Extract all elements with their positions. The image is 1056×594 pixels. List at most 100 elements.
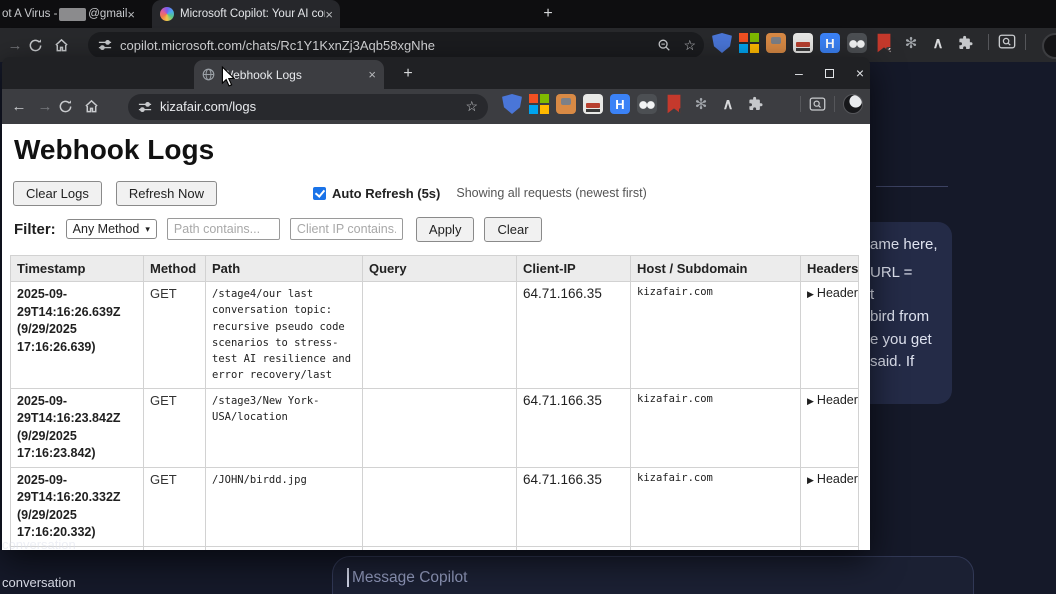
refresh-now-button[interactable]: Refresh Now bbox=[116, 181, 217, 206]
outer-address-bar[interactable]: copilot.microsoft.com/chats/Rc1Y1KxnZj3A… bbox=[88, 32, 704, 58]
divider bbox=[988, 34, 989, 50]
close-window-button[interactable]: × bbox=[856, 66, 864, 80]
close-tab-icon[interactable]: × bbox=[325, 8, 333, 21]
expand-triangle-icon: ▶ bbox=[807, 289, 814, 299]
client-ip-cell: 64.71.166.35 bbox=[517, 388, 631, 467]
inner-address-bar[interactable]: kizafair.com/logs ☆ bbox=[128, 94, 488, 120]
microsoft-extension-icon[interactable] bbox=[739, 33, 759, 53]
orange-extension-icon[interactable] bbox=[766, 33, 786, 53]
site-settings-icon[interactable] bbox=[98, 38, 112, 52]
flag-extension-icon[interactable]: 22 bbox=[874, 33, 894, 53]
reload-icon[interactable] bbox=[58, 99, 84, 114]
expand-triangle-icon: ▶ bbox=[807, 396, 814, 406]
arc-extension-icon[interactable]: ∧ bbox=[928, 33, 948, 53]
extension-badge: 22 bbox=[886, 47, 899, 57]
forward-icon[interactable]: → bbox=[32, 98, 58, 115]
reload-icon[interactable] bbox=[28, 38, 54, 53]
client-ip-filter-input[interactable] bbox=[290, 218, 403, 240]
apply-button[interactable]: Apply bbox=[416, 217, 475, 242]
site-settings-icon[interactable] bbox=[138, 100, 152, 114]
bookmark-star-icon[interactable]: ☆ bbox=[465, 98, 478, 115]
zoom-icon[interactable] bbox=[657, 38, 671, 52]
profile-avatar[interactable] bbox=[843, 94, 863, 114]
inner-tab-title: Webhook Logs bbox=[222, 68, 368, 82]
message-copilot-input[interactable]: Message Copilot bbox=[332, 556, 974, 594]
path-cell: /stage3/New York-USA/location bbox=[206, 388, 363, 467]
screen: ot A Virus - @gmail × Microsoft Copilot:… bbox=[0, 0, 1056, 594]
headers-toggle[interactable]: ▶Headers bbox=[801, 467, 859, 546]
sidebar-item-conversation[interactable]: conversation bbox=[2, 537, 76, 552]
new-tab-button[interactable]: + bbox=[538, 4, 558, 24]
outer-tab-copilot[interactable]: Microsoft Copilot: Your AI comp × bbox=[152, 0, 340, 28]
path-filter-input[interactable] bbox=[167, 218, 280, 240]
chat-bubble: ame here,URL =tbird frome you getsaid. I… bbox=[856, 222, 952, 404]
method-cell: GET bbox=[144, 467, 206, 546]
forward-icon[interactable]: → bbox=[2, 37, 28, 54]
sidebar-item-conversation[interactable]: conversation bbox=[2, 575, 76, 590]
microsoft-extension-icon[interactable] bbox=[529, 94, 549, 114]
chevron-down-icon: ▾ bbox=[145, 224, 150, 235]
puzzle-extension-icon[interactable] bbox=[955, 33, 975, 53]
host-cell: kizafair.com bbox=[631, 282, 801, 389]
shield-extension-icon[interactable] bbox=[502, 94, 522, 114]
close-tab-icon[interactable]: × bbox=[368, 68, 376, 81]
client-ip-cell: 64.71.166.35 bbox=[517, 282, 631, 389]
headers-toggle[interactable]: ▶Headers bbox=[801, 546, 859, 550]
chat-text-fragment: e you get bbox=[870, 331, 932, 348]
home-icon[interactable] bbox=[84, 99, 110, 114]
arc-extension-icon[interactable]: ∧ bbox=[718, 94, 738, 114]
table-row: 2025-09-29T14:16:20.332Z(9/29/2025 17:16… bbox=[11, 467, 859, 546]
goggles-extension-icon[interactable] bbox=[847, 33, 867, 53]
striped-extension-icon[interactable] bbox=[583, 94, 603, 114]
flag-extension-icon[interactable]: 2 bbox=[664, 94, 684, 114]
inner-extensions-strip: H 2 ✻ ∧ bbox=[502, 94, 765, 114]
method-select[interactable]: Any Method ▾ bbox=[66, 219, 157, 239]
minimize-button[interactable]: – bbox=[795, 66, 803, 80]
chat-text-fragment: t bbox=[870, 286, 874, 303]
chat-text-fragment: URL = bbox=[870, 264, 912, 281]
close-tab-icon[interactable]: × bbox=[127, 8, 135, 21]
column-header: Timestamp bbox=[11, 256, 144, 282]
copilot-logo-icon bbox=[160, 7, 174, 21]
back-icon[interactable]: ← bbox=[6, 98, 32, 115]
webhook-logs-window: Webhook Logs × + – × ← → kizafair.com/lo… bbox=[2, 57, 870, 550]
outer-tab-bar: ot A Virus - @gmail × Microsoft Copilot:… bbox=[0, 0, 1056, 28]
new-tab-button[interactable]: + bbox=[398, 64, 418, 84]
striped-extension-icon[interactable] bbox=[793, 33, 813, 53]
query-cell bbox=[363, 388, 517, 467]
clear-logs-button[interactable]: Clear Logs bbox=[13, 181, 102, 206]
headers-toggle[interactable]: ▶Headers bbox=[801, 388, 859, 467]
table-header-row: TimestampMethodPathQueryClient-IPHost / … bbox=[11, 256, 859, 282]
outer-tab-virus-email[interactable]: ot A Virus - @gmail × bbox=[0, 0, 142, 28]
h-extension-icon[interactable]: H bbox=[820, 33, 840, 53]
query-cell bbox=[363, 546, 517, 550]
headers-toggle[interactable]: ▶Headers bbox=[801, 282, 859, 389]
column-header: Client-IP bbox=[517, 256, 631, 282]
home-icon[interactable] bbox=[54, 38, 80, 53]
bookmark-star-icon[interactable]: ☆ bbox=[683, 37, 696, 54]
shield-extension-icon[interactable]: 7 bbox=[712, 33, 732, 53]
path-cell: /stage2/29 September 2025, 17:16 bbox=[206, 546, 363, 550]
log-table: TimestampMethodPathQueryClient-IPHost / … bbox=[10, 255, 859, 550]
maximize-button[interactable] bbox=[825, 69, 834, 78]
orange-extension-icon[interactable] bbox=[556, 94, 576, 114]
side-search-icon[interactable] bbox=[998, 33, 1016, 51]
table-row: 2025-09-29T14:16:26.639Z(9/29/2025 17:16… bbox=[11, 282, 859, 389]
puzzle-extension-icon[interactable] bbox=[745, 94, 765, 114]
inner-tab-bar: Webhook Logs × + – × bbox=[2, 57, 870, 89]
filter-row: Filter: Any Method ▾ Apply Clear bbox=[14, 217, 542, 241]
snowflake-extension-icon[interactable]: ✻ bbox=[901, 33, 921, 53]
h-extension-icon[interactable]: H bbox=[610, 94, 630, 114]
webhook-logs-page: Webhook Logs Clear Logs Refresh Now Auto… bbox=[2, 124, 870, 550]
host-cell: kizafair.com bbox=[631, 467, 801, 546]
outer-url-text: copilot.microsoft.com/chats/Rc1Y1KxnZj3A… bbox=[120, 38, 435, 53]
expand-triangle-icon: ▶ bbox=[807, 475, 814, 485]
clear-filter-button[interactable]: Clear bbox=[484, 217, 541, 242]
auto-refresh-checkbox[interactable] bbox=[313, 187, 326, 200]
query-cell bbox=[363, 467, 517, 546]
side-search-icon[interactable] bbox=[809, 96, 826, 113]
mouse-cursor bbox=[221, 66, 236, 87]
snowflake-extension-icon[interactable]: ✻ bbox=[691, 94, 711, 114]
inner-url-text: kizafair.com/logs bbox=[160, 99, 256, 114]
goggles-extension-icon[interactable] bbox=[637, 94, 657, 114]
